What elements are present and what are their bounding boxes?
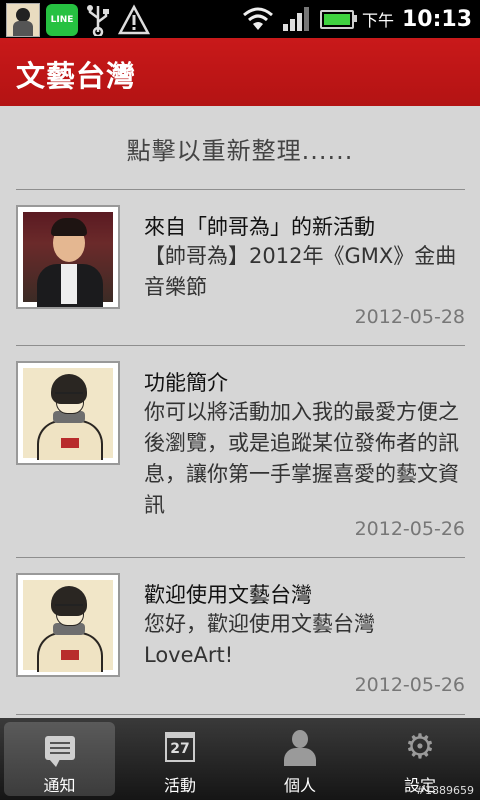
- bottom-tab-bar: 通知 27 活動 個人 ⚙ 設定 #1889659: [0, 718, 480, 800]
- tab-label: 通知: [43, 776, 76, 795]
- clock-time: 10:13: [401, 6, 472, 32]
- tab-profile[interactable]: 個人: [240, 718, 360, 800]
- line-app-icon: LINE: [46, 4, 78, 36]
- person-icon: [282, 730, 318, 766]
- line-label: LINE: [50, 15, 74, 25]
- message-icon: [44, 736, 75, 767]
- warning-icon: [118, 4, 150, 35]
- list-item[interactable]: 功能簡介 你可以將活動加入我的最愛方便之後瀏覽，或是追蹤某位發佈者的訊息，讓你第…: [0, 346, 480, 557]
- app-title-bar: 文藝台灣: [0, 38, 480, 106]
- usb-icon: [87, 5, 109, 36]
- clock-ampm: 下午: [361, 11, 394, 30]
- system-status-icons: 下午 10:13: [242, 0, 472, 38]
- wifi-icon: [242, 7, 273, 30]
- tab-label: 個人: [283, 776, 316, 795]
- item-description: 【帥哥為】2012年《GMX》金曲音樂節: [144, 244, 457, 299]
- item-description: 你可以將活動加入我的最愛方便之後瀏覽，或是追蹤某位發佈者的訊息，讓你第一手掌握喜…: [144, 400, 459, 517]
- item-thumbnail: [16, 361, 120, 465]
- item-title: 歡迎使用文藝台灣: [144, 583, 312, 607]
- signal-icon: [282, 7, 309, 31]
- divider: [16, 714, 465, 715]
- calendar-icon: 27: [165, 732, 195, 762]
- status-bar: LINE 下午 10:13: [0, 0, 480, 38]
- item-thumbnail: [16, 205, 120, 309]
- tab-label: 活動: [163, 776, 196, 795]
- gear-icon: ⚙: [404, 727, 436, 767]
- item-date: 2012-05-28: [354, 306, 465, 328]
- watermark: #1889659: [415, 784, 474, 797]
- tab-events[interactable]: 27 活動: [120, 718, 240, 800]
- item-thumbnail: [16, 573, 120, 677]
- tab-notifications[interactable]: 通知: [4, 722, 115, 796]
- notification-icons: LINE: [6, 3, 150, 37]
- item-description: 您好，歡迎使用文藝台灣LoveArt!: [144, 612, 375, 667]
- item-date: 2012-05-26: [354, 674, 465, 696]
- refresh-button[interactable]: 點擊以重新整理......: [0, 131, 480, 166]
- person-photo: [23, 212, 113, 307]
- notification-list[interactable]: 點擊以重新整理...... 來自「帥哥為」的新活動 【帥哥為】2012年《GMX…: [0, 106, 480, 718]
- battery-icon: [319, 9, 357, 29]
- app-thumbnail-icon: [6, 3, 40, 37]
- item-title: 功能簡介: [144, 371, 228, 395]
- list-item[interactable]: 歡迎使用文藝台灣 您好，歡迎使用文藝台灣LoveArt! 2012-05-26: [0, 558, 480, 718]
- reading-sketch: [23, 368, 113, 460]
- list-item[interactable]: 來自「帥哥為」的新活動 【帥哥為】2012年《GMX》金曲音樂節 2012-05…: [0, 190, 480, 345]
- item-date: 2012-05-26: [354, 518, 465, 540]
- reading-sketch: [23, 580, 113, 672]
- item-title: 來自「帥哥為」的新活動: [144, 215, 375, 239]
- app-title: 文藝台灣: [16, 59, 137, 93]
